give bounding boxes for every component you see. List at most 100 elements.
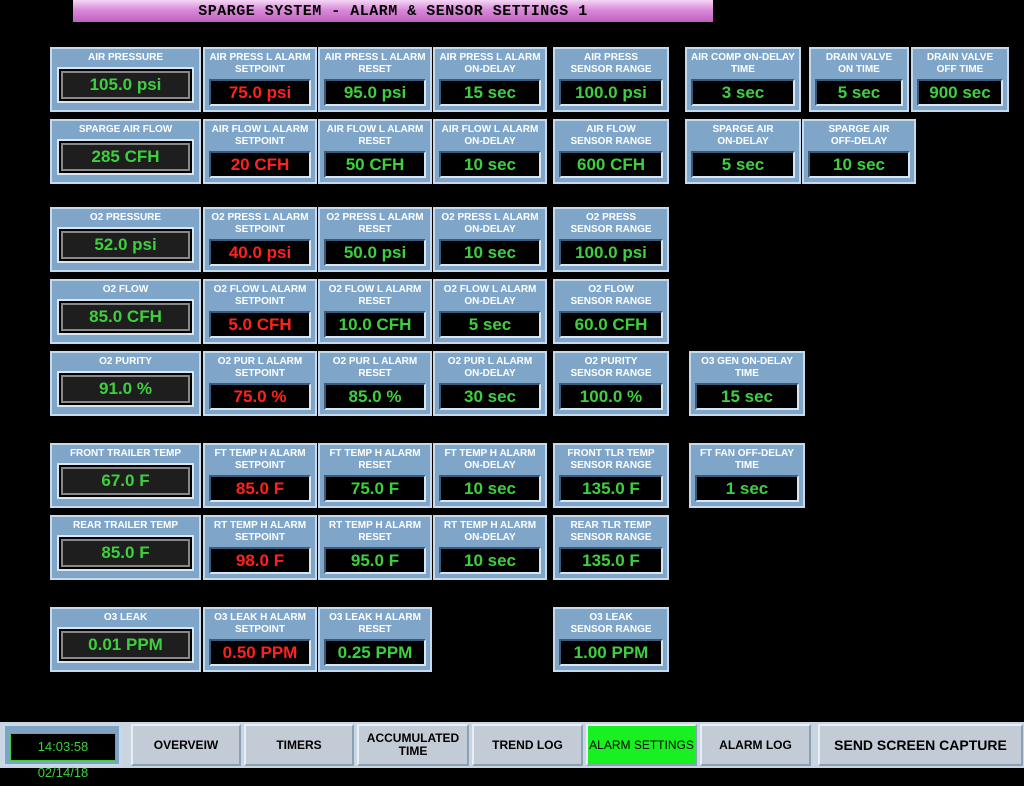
o2-flow-l-setpoint-value[interactable]: 5.0 CFH [209, 311, 311, 338]
front-trailer-temp-label: FRONT TRAILER TEMP [69, 448, 182, 459]
sparge-air-offdelay-value[interactable]: 10 sec [808, 151, 910, 178]
ft-temp-h-setpoint[interactable]: FT TEMP H ALARM SETPOINT 85.0 F [203, 443, 317, 508]
air-flow-l-reset[interactable]: AIR FLOW L ALARM RESET 50 CFH [318, 119, 432, 184]
o2-purity-display: O2 PURITY 91.0 % [50, 351, 201, 416]
air-press-l-reset[interactable]: AIR PRESS L ALARM RESET 95.0 psi [318, 47, 432, 112]
o2-press-l-reset[interactable]: O2 PRESS L ALARM RESET 50.0 psi [318, 207, 432, 272]
o3-leak-h-setpoint-value[interactable]: 0.50 PPM [209, 639, 311, 666]
air-press-l-ondelay-value[interactable]: 15 sec [439, 79, 541, 106]
o2-press-sensor-range[interactable]: O2 PRESS SENSOR RANGE 100.0 psi [553, 207, 669, 272]
sparge-air-offdelay-label: SPARGE AIR OFF-DELAY [828, 124, 890, 147]
sparge-air-offdelay[interactable]: SPARGE AIR OFF-DELAY 10 sec [802, 119, 916, 184]
rear-tlr-temp-sensor-range-value[interactable]: 135.0 F [559, 547, 663, 574]
nav-alarm-log-button[interactable]: ALARM LOG [700, 724, 811, 766]
air-flow-sensor-range-value[interactable]: 600 CFH [559, 151, 663, 178]
o2-press-sensor-range-value[interactable]: 100.0 psi [559, 239, 663, 266]
air-flow-l-setpoint[interactable]: AIR FLOW L ALARM SETPOINT 20 CFH [203, 119, 317, 184]
air-flow-sensor-range-label: AIR FLOW SENSOR RANGE [570, 124, 652, 147]
rt-temp-h-setpoint-value[interactable]: 98.0 F [209, 547, 311, 574]
nav-overview-label: OVERVEIW [153, 737, 219, 752]
rt-temp-h-ondelay-value[interactable]: 10 sec [439, 547, 541, 574]
o2-flow-l-reset[interactable]: O2 FLOW L ALARM RESET 10.0 CFH [318, 279, 432, 344]
o2-flow-l-setpoint[interactable]: O2 FLOW L ALARM SETPOINT 5.0 CFH [203, 279, 317, 344]
o2-flow-display: O2 FLOW 85.0 CFH [50, 279, 201, 344]
rear-trailer-temp-display: REAR TRAILER TEMP 85.0 F [50, 515, 201, 580]
o3-leak-sensor-range[interactable]: O3 LEAK SENSOR RANGE 1.00 PPM [553, 607, 669, 672]
air-press-l-reset-value[interactable]: 95.0 psi [324, 79, 426, 106]
o3-gen-ondelay-value[interactable]: 15 sec [695, 383, 799, 410]
air-flow-l-setpoint-value[interactable]: 20 CFH [209, 151, 311, 178]
o2-press-l-ondelay[interactable]: O2 PRESS L ALARM ON-DELAY 10 sec [433, 207, 547, 272]
o2-pur-l-ondelay[interactable]: O2 PUR L ALARM ON-DELAY 30 sec [433, 351, 547, 416]
o2-flow-sensor-range-value[interactable]: 60.0 CFH [559, 311, 663, 338]
front-tlr-temp-sensor-range-label: FRONT TLR TEMP SENSOR RANGE [567, 448, 655, 471]
nav-overview-button[interactable]: OVERVEIW [131, 724, 241, 766]
o2-pur-l-setpoint-value[interactable]: 75.0 % [209, 383, 311, 410]
rear-tlr-temp-sensor-range-label: REAR TLR TEMP SENSOR RANGE [570, 520, 652, 543]
air-press-sensor-range-label: AIR PRESS SENSOR RANGE [570, 52, 652, 75]
o2-flow-sensor-range[interactable]: O2 FLOW SENSOR RANGE 60.0 CFH [553, 279, 669, 344]
nav-accumulated-time-label: ACCUMULATED TIME [366, 731, 460, 758]
ft-temp-h-setpoint-value[interactable]: 85.0 F [209, 475, 311, 502]
o2-flow-l-reset-value[interactable]: 10.0 CFH [324, 311, 426, 338]
ft-fan-offdelay-value[interactable]: 1 sec [695, 475, 799, 502]
sparge-air-ondelay-value[interactable]: 5 sec [691, 151, 795, 178]
o2-pur-l-reset-value[interactable]: 85.0 % [324, 383, 426, 410]
rt-temp-h-reset[interactable]: RT TEMP H ALARM RESET 95.0 F [318, 515, 432, 580]
ft-temp-h-ondelay[interactable]: FT TEMP H ALARM ON-DELAY 10 sec [433, 443, 547, 508]
drain-valve-off-value[interactable]: 900 sec [917, 79, 1003, 106]
o2-press-l-setpoint[interactable]: O2 PRESS L ALARM SETPOINT 40.0 psi [203, 207, 317, 272]
o2-flow-l-ondelay-value[interactable]: 5 sec [439, 311, 541, 338]
send-screen-capture-button[interactable]: SEND SCREEN CAPTURE [818, 724, 1023, 766]
air-press-l-setpoint[interactable]: AIR PRESS L ALARM SETPOINT 75.0 psi [203, 47, 317, 112]
front-tlr-temp-sensor-range[interactable]: FRONT TLR TEMP SENSOR RANGE 135.0 F [553, 443, 669, 508]
air-comp-ondelay[interactable]: AIR COMP ON-DELAY TIME 3 sec [685, 47, 801, 112]
o2-purity-sensor-range-value[interactable]: 100.0 % [559, 383, 663, 410]
o3-leak-h-reset-value[interactable]: 0.25 PPM [324, 639, 426, 666]
clock-display: 14:03:58 02/14/18 [3, 724, 121, 780]
air-press-sensor-range[interactable]: AIR PRESS SENSOR RANGE 100.0 psi [553, 47, 669, 112]
rt-temp-h-setpoint[interactable]: RT TEMP H ALARM SETPOINT 98.0 F [203, 515, 317, 580]
sparge-air-ondelay[interactable]: SPARGE AIR ON-DELAY 5 sec [685, 119, 801, 184]
air-flow-l-reset-value[interactable]: 50 CFH [324, 151, 426, 178]
ft-temp-h-ondelay-value[interactable]: 10 sec [439, 475, 541, 502]
rear-tlr-temp-sensor-range[interactable]: REAR TLR TEMP SENSOR RANGE 135.0 F [553, 515, 669, 580]
front-tlr-temp-sensor-range-value[interactable]: 135.0 F [559, 475, 663, 502]
air-flow-l-ondelay[interactable]: AIR FLOW L ALARM ON-DELAY 10 sec [433, 119, 547, 184]
nav-alarm-settings-button[interactable]: ALARM SETTINGS [586, 724, 697, 766]
rt-temp-h-ondelay[interactable]: RT TEMP H ALARM ON-DELAY 10 sec [433, 515, 547, 580]
nav-timers-button[interactable]: TIMERS [244, 724, 354, 766]
ft-fan-offdelay[interactable]: FT FAN OFF-DELAY TIME 1 sec [689, 443, 805, 508]
o2-press-l-setpoint-value[interactable]: 40.0 psi [209, 239, 311, 266]
o2-pur-l-reset-label: O2 PUR L ALARM RESET [332, 356, 418, 379]
air-press-l-setpoint-value[interactable]: 75.0 psi [209, 79, 311, 106]
air-press-l-ondelay[interactable]: AIR PRESS L ALARM ON-DELAY 15 sec [433, 47, 547, 112]
o3-leak-h-setpoint[interactable]: O3 LEAK H ALARM SETPOINT 0.50 PPM [203, 607, 317, 672]
rt-temp-h-ondelay-label: RT TEMP H ALARM ON-DELAY [443, 520, 537, 543]
o3-gen-ondelay[interactable]: O3 GEN ON-DELAY TIME 15 sec [689, 351, 805, 416]
air-comp-ondelay-value[interactable]: 3 sec [691, 79, 795, 106]
nav-trend-log-button[interactable]: TREND LOG [472, 724, 583, 766]
air-flow-l-ondelay-value[interactable]: 10 sec [439, 151, 541, 178]
drain-valve-on-time[interactable]: DRAIN VALVE ON TIME 5 sec [809, 47, 909, 112]
drain-valve-off-time[interactable]: DRAIN VALVE OFF TIME 900 sec [911, 47, 1009, 112]
o2-press-l-reset-value[interactable]: 50.0 psi [324, 239, 426, 266]
o2-purity-label: O2 PURITY [99, 356, 152, 367]
o2-pur-l-setpoint[interactable]: O2 PUR L ALARM SETPOINT 75.0 % [203, 351, 317, 416]
nav-accumulated-time-button[interactable]: ACCUMULATED TIME [357, 724, 469, 766]
clock-text: 14:03:58 02/14/18 [10, 733, 116, 780]
rt-temp-h-reset-value[interactable]: 95.0 F [324, 547, 426, 574]
o3-leak-h-reset[interactable]: O3 LEAK H ALARM RESET 0.25 PPM [318, 607, 432, 672]
o2-flow-l-ondelay[interactable]: O2 FLOW L ALARM ON-DELAY 5 sec [433, 279, 547, 344]
ft-temp-h-ondelay-label: FT TEMP H ALARM ON-DELAY [444, 448, 536, 471]
ft-temp-h-reset-value[interactable]: 75.0 F [324, 475, 426, 502]
air-press-sensor-range-value[interactable]: 100.0 psi [559, 79, 663, 106]
air-flow-sensor-range[interactable]: AIR FLOW SENSOR RANGE 600 CFH [553, 119, 669, 184]
o2-pur-l-reset[interactable]: O2 PUR L ALARM RESET 85.0 % [318, 351, 432, 416]
o2-pur-l-ondelay-value[interactable]: 30 sec [439, 383, 541, 410]
o2-purity-sensor-range[interactable]: O2 PURITY SENSOR RANGE 100.0 % [553, 351, 669, 416]
ft-temp-h-reset[interactable]: FT TEMP H ALARM RESET 75.0 F [318, 443, 432, 508]
drain-valve-on-value[interactable]: 5 sec [815, 79, 903, 106]
o2-press-l-ondelay-value[interactable]: 10 sec [439, 239, 541, 266]
o3-leak-sensor-range-value[interactable]: 1.00 PPM [559, 639, 663, 666]
